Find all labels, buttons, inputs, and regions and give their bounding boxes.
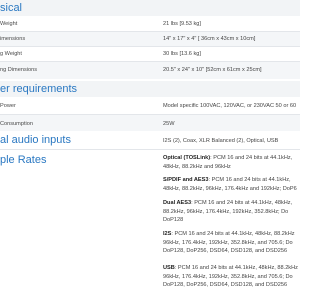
spec-value: 25W [163,121,175,127]
block-line: DoP128 [163,217,184,223]
spec-label: Consumption [0,121,33,127]
block-line: 96kHz, 176.4kHz, 192kHz, 352.8kHz, and 7… [163,273,293,280]
spec-value: 20.5" x 24" x 10" [52cm x 61cm x 25cm] [163,67,262,73]
spec-row-dimensions: imensions 14" x 17" x 4" [ 36cm x 43cm x… [0,32,300,46]
block-line: : PCM 16 and 24 bits at 44.1kHz, [208,177,291,183]
spec-row-consumption: Consumption 25W [0,115,300,131]
spec-value: 30 lbs [13.6 kg] [163,51,201,57]
spec-row-shipping-dimensions: ng Dimensions 20.5" x 24" x 10" [52cm x … [0,62,300,79]
block-line: DoP128, DoP256, DSD64, DSD128, and DSD25… [163,282,288,288]
spec-row-shipping-weight: g Weight 30 lbs [13.6 kg] [0,47,300,61]
section-digital-inputs: al audio inputs I2S (2), Coax, XLR Balan… [0,132,300,148]
section-heading: er requirements [0,83,78,95]
spec-label: imensions [0,36,26,42]
block-title: Optical (TOSLink) [163,155,211,161]
sample-rate-block-i2s: I2S: PCM 16 and 24 bits at 44.1kHz, 48kH… [163,230,295,256]
spec-value: 21 lbs [9.53 kg] [163,21,201,27]
block-line: 96kHz, 176.4kHz, 192kHz, 352.8kHz, and 7… [163,239,293,246]
block-line: : PCM 16 and 24 bits at 44.1kHz, 48kHz, [191,200,293,206]
block-title: Dual AES3 [163,200,192,206]
section-physical: sical [0,0,300,16]
block-line: 88.2kHz, 96kHz, 176.4kHz, 192kHz, 352.8k… [163,208,289,215]
section-power: er requirements [0,81,300,97]
spec-value: 14" x 17" x 4" [ 36cm x 43cm x 10cm] [163,36,256,42]
block-line: : PCM 16 and 24 bits at 44.1kHz, [210,155,293,161]
block-title: USB [163,265,175,271]
spec-label: ng Dimensions [0,67,37,73]
spec-label: Weight [0,21,18,27]
block-line: : PCM 16 and 24 bits at 44.1kHz, 48kHz, … [174,265,298,271]
sample-rate-block-spdif: S/PDIF and AES3: PCM 16 and 24 bits at 4… [163,176,297,193]
block-title: S/PDIF and AES3 [163,177,209,183]
spec-page: sical Weight 21 lbs [9.53 kg] imensions … [0,0,300,300]
spec-row-weight: Weight 21 lbs [9.53 kg] [0,18,300,30]
spec-value: Model specific 100VAC, 120VAC, or 230VAC… [163,103,297,109]
sample-rate-block-dual-aes3: Dual AES3: PCM 16 and 24 bits at 44.1kHz… [163,199,292,225]
block-line: DoP128, DoP256, DSD64, DSD128, and DSD25… [163,248,288,254]
spec-label: g Weight [0,51,22,57]
section-sample-rates: ple Rates Optical (TOSLink): PCM 16 and … [0,150,300,300]
block-line: : PCM 16 and 24 bits at 44.1kHz, 48kHz, … [171,231,295,237]
sample-rate-block-usb: USB: PCM 16 and 24 bits at 44.1kHz, 48kH… [163,264,298,290]
sample-rate-block-optical: Optical (TOSLink): PCM 16 and 24 bits at… [163,154,292,171]
spec-label: Power [0,103,16,109]
section-heading: ple Rates [0,154,47,166]
section-heading: al audio inputs [0,134,71,146]
block-line: 48kHz, 88.2kHz, 96kHz, 176.4kHz and 192k… [163,185,297,192]
spec-row-power: Power Model specific 100VAC, 120VAC, or … [0,98,300,112]
spec-value: I2S (2), Coax, XLR Balanced (2), Optical… [163,138,279,144]
section-heading: sical [0,2,23,14]
block-line: 48kHz, 88.2kHz and 96kHz [163,163,231,170]
